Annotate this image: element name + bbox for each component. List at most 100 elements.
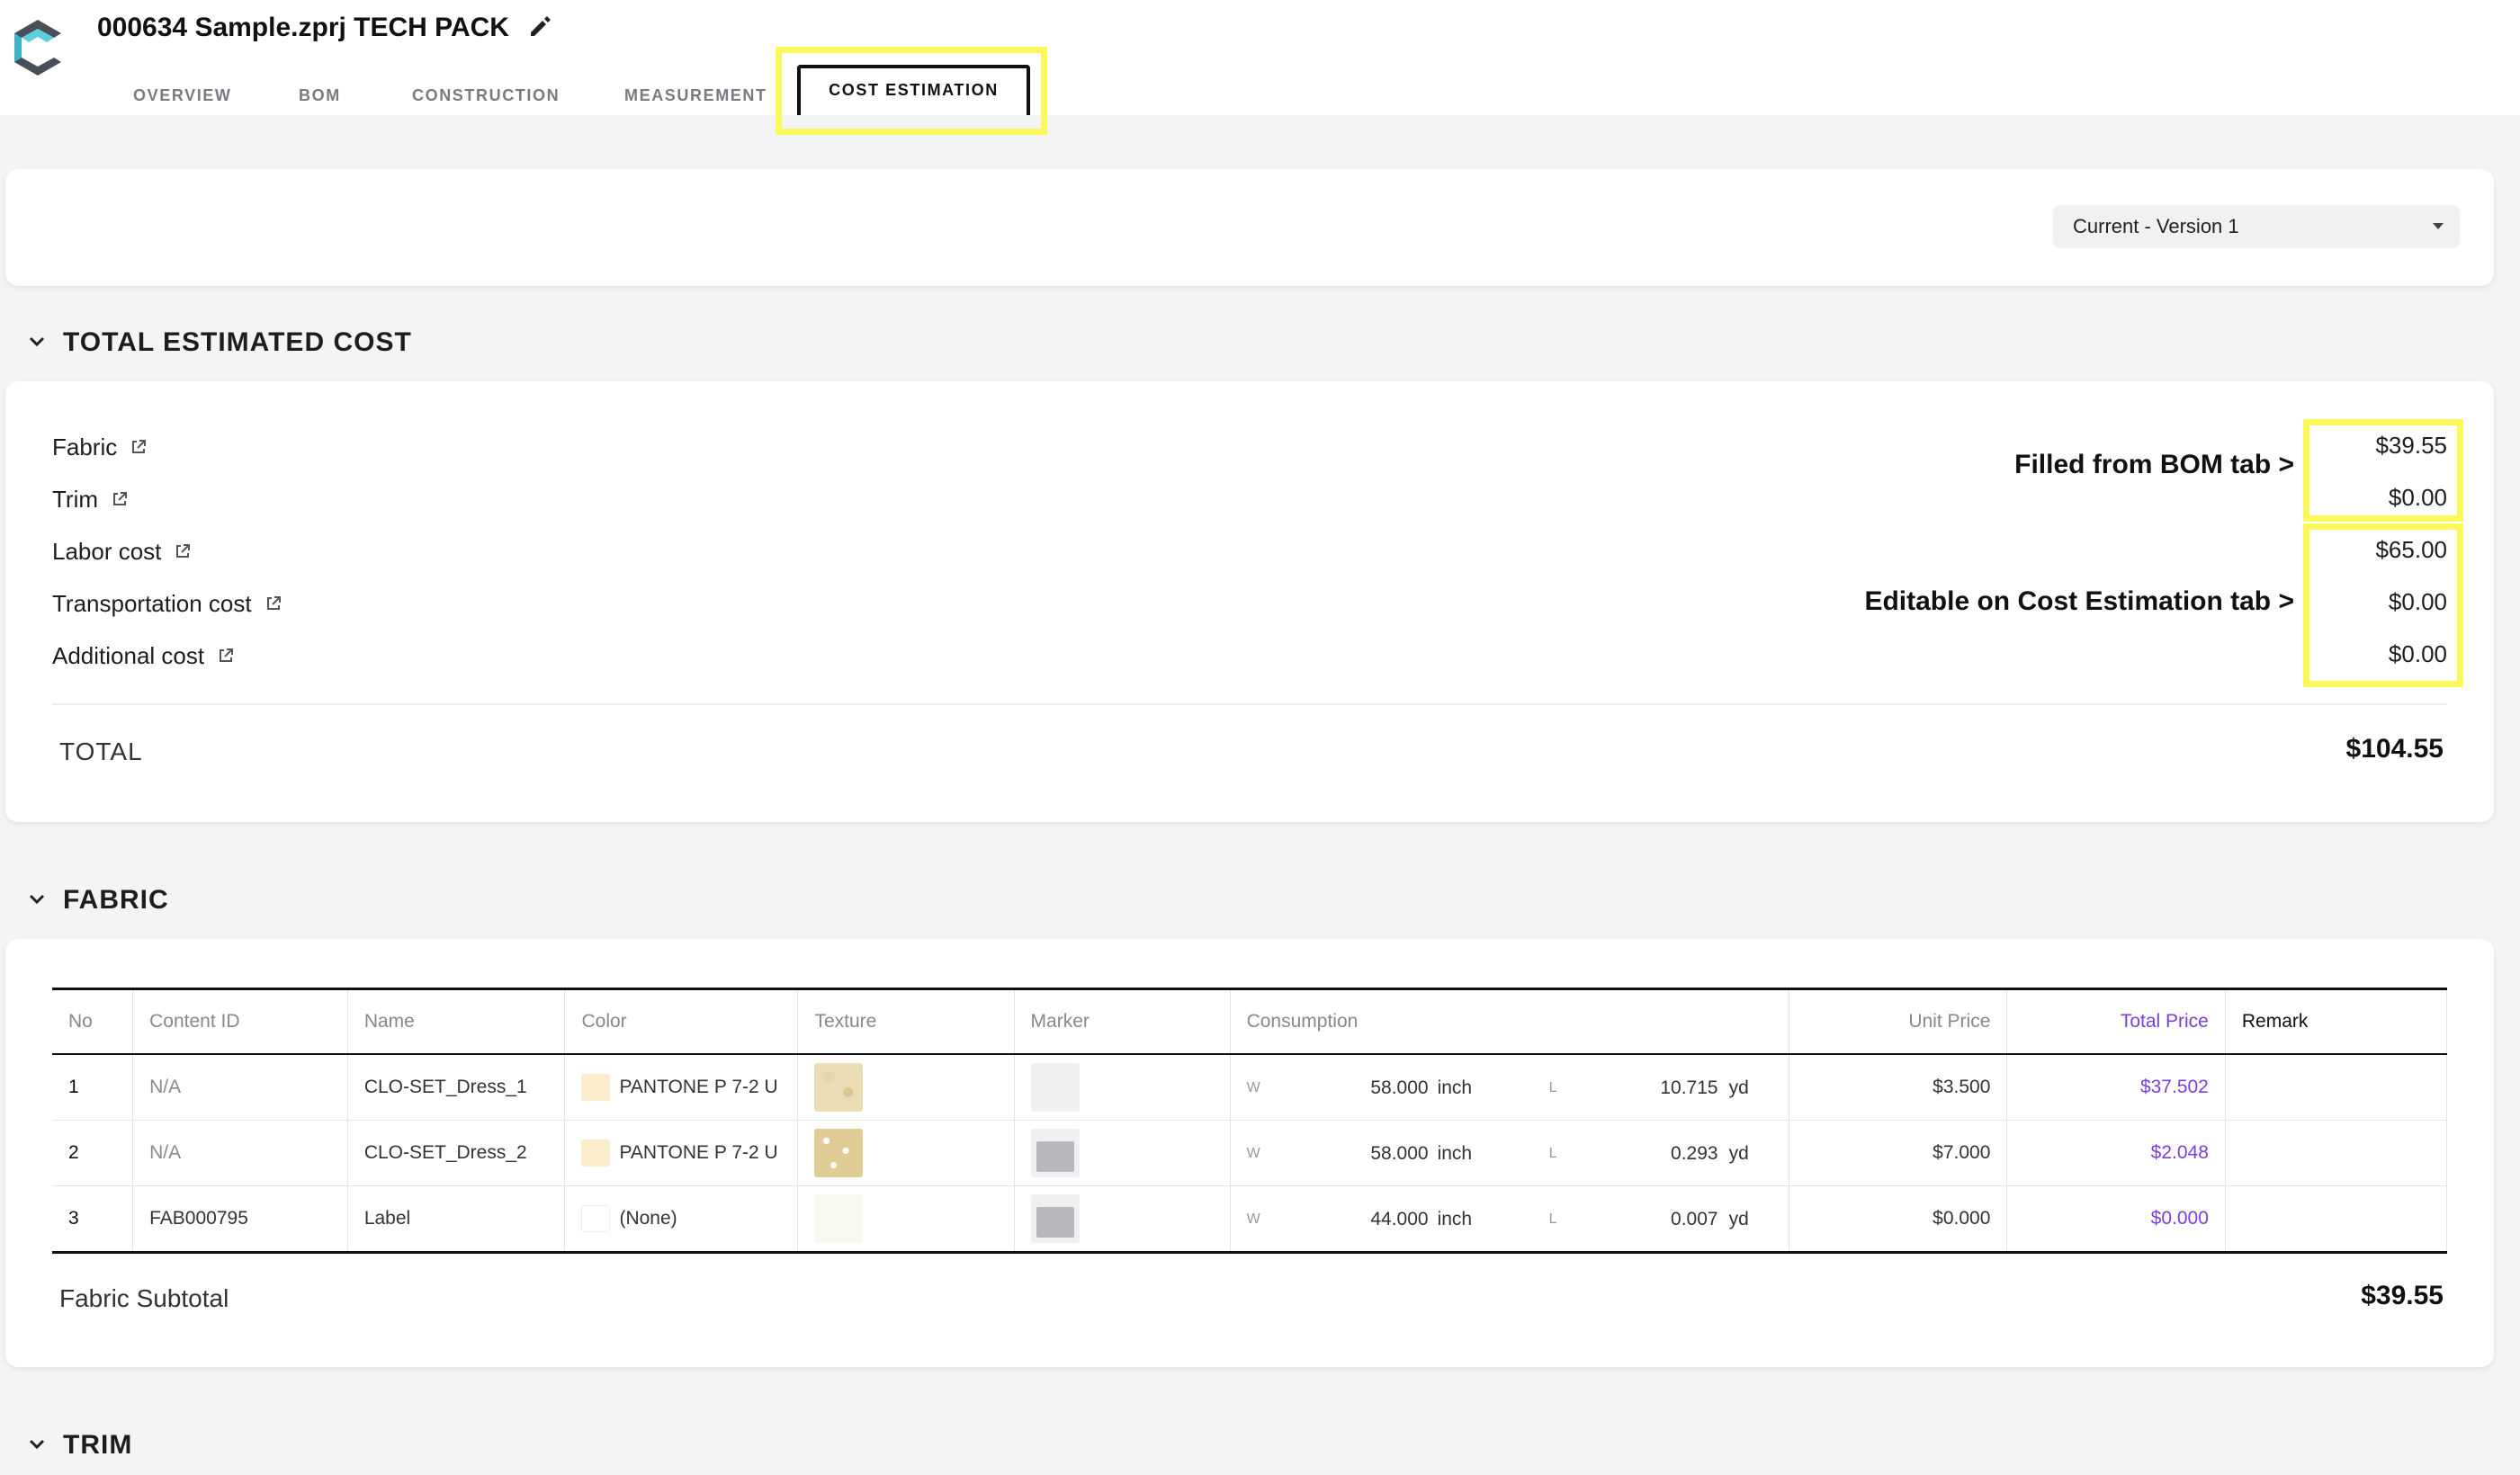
color-swatch <box>581 1204 611 1232</box>
col-texture[interactable]: Texture <box>797 988 1015 1054</box>
cell-color: PANTONE P 7-2 U <box>564 1120 799 1185</box>
col-name[interactable]: Name <box>347 988 566 1054</box>
table-row[interactable]: 1 N/A CLO-SET_Dress_1 PANTONE P 7-2 U W … <box>52 1053 2448 1120</box>
cell-no: 2 <box>52 1120 134 1185</box>
w-label: W <box>1246 1079 1260 1095</box>
col-unit-price[interactable]: Unit Price <box>1789 988 2008 1054</box>
l-label: L <box>1548 1145 1557 1161</box>
cell-total-price: $0.000 <box>2006 1185 2226 1252</box>
w-unit: inch <box>1437 1142 1473 1164</box>
col-marker[interactable]: Marker <box>1014 988 1231 1054</box>
chevron-down-icon <box>29 337 45 347</box>
cost-label-trim: Trim <box>52 486 129 514</box>
section-total-estimated-cost[interactable]: TOTAL ESTIMATED COST <box>27 327 412 358</box>
fabric-table: No Content ID Name Color Texture Marker … <box>52 988 2448 1254</box>
texture-thumbnail[interactable] <box>814 1193 864 1243</box>
l-value: 0.007 <box>1671 1208 1718 1229</box>
tab-construction[interactable]: CONSTRUCTION <box>412 86 560 105</box>
l-unit: yd <box>1728 1208 1749 1229</box>
l-unit: yd <box>1728 1142 1749 1164</box>
annotation-editable: Editable on Cost Estimation tab > <box>1864 586 2294 616</box>
section-title-text: TRIM <box>63 1430 133 1460</box>
texture-thumbnail[interactable] <box>814 1062 864 1112</box>
section-fabric[interactable]: FABRIC <box>27 885 169 916</box>
w-label: W <box>1246 1211 1260 1227</box>
cost-label-labor: Labor cost <box>52 538 192 566</box>
tab-bom[interactable]: BOM <box>299 86 341 105</box>
col-remark[interactable]: Remark <box>2225 988 2448 1054</box>
table-row[interactable]: 2 N/A CLO-SET_Dress_2 PANTONE P 7-2 U W … <box>52 1120 2448 1185</box>
l-label: L <box>1548 1079 1557 1095</box>
marker-thumbnail[interactable] <box>1030 1062 1080 1112</box>
annotation-bom: Filled from BOM tab > <box>2014 450 2294 479</box>
table-header-row: No Content ID Name Color Texture Marker … <box>52 988 2448 1054</box>
cost-label-fabric: Fabric <box>52 434 148 461</box>
tab-overview[interactable]: OVERVIEW <box>133 86 232 105</box>
table-row[interactable]: 3 FAB000795 Label (None) W 44.000 inch L… <box>52 1185 2448 1252</box>
cell-texture <box>797 1053 1015 1120</box>
total-value: $104.55 <box>2345 734 2444 764</box>
col-content-id[interactable]: Content ID <box>132 988 348 1054</box>
cell-content-id: FAB000795 <box>132 1185 348 1252</box>
cell-unit-price: $0.000 <box>1789 1185 2008 1252</box>
col-consumption[interactable]: Consumption <box>1230 988 1790 1054</box>
color-swatch <box>581 1073 611 1101</box>
external-link-icon[interactable] <box>111 490 129 508</box>
version-select[interactable]: Current - Version 1 <box>2053 205 2460 248</box>
cell-consumption: W 58.000 inch L 0.293 yd <box>1230 1120 1790 1185</box>
cell-no: 3 <box>52 1185 134 1252</box>
w-label: W <box>1246 1145 1260 1161</box>
color-name: PANTONE P 7-2 U <box>619 1141 778 1163</box>
cell-unit-price: $3.500 <box>1789 1053 2008 1120</box>
external-link-icon[interactable] <box>130 438 148 456</box>
col-total-price[interactable]: Total Price <box>2006 988 2226 1054</box>
cell-texture <box>797 1185 1015 1252</box>
marker-thumbnail[interactable] <box>1030 1128 1080 1177</box>
w-unit: inch <box>1437 1208 1473 1229</box>
app-header: 000634 Sample.zprj TECH PACK OVERVIEW BO… <box>0 0 2520 135</box>
cost-label-text: Additional cost <box>52 642 205 669</box>
total-cost-card: Fabric Trim Labor cost Transportation co… <box>5 381 2494 822</box>
section-trim[interactable]: TRIM <box>27 1430 132 1461</box>
highlight-cost-estimation-tab <box>776 47 1047 135</box>
color-swatch <box>581 1139 611 1167</box>
cost-label-text: Transportation cost <box>52 590 252 617</box>
clo-logo-icon[interactable] <box>9 16 67 79</box>
chevron-down-icon <box>29 895 45 905</box>
l-value: 10.715 <box>1660 1077 1718 1098</box>
col-color[interactable]: Color <box>564 988 799 1054</box>
divider <box>52 703 2447 705</box>
fabric-subtotal-value: $39.55 <box>2361 1281 2444 1310</box>
cell-consumption: W 44.000 inch L 0.007 yd <box>1230 1185 1790 1252</box>
cell-remark <box>2225 1053 2448 1120</box>
cell-remark <box>2225 1185 2448 1252</box>
caret-down-icon <box>2433 223 2444 229</box>
cell-marker <box>1014 1053 1231 1120</box>
total-label: TOTAL <box>59 738 143 765</box>
cell-total-price: $2.048 <box>2006 1120 2226 1185</box>
w-value: 58.000 <box>1370 1142 1429 1164</box>
tab-measurement[interactable]: MEASUREMENT <box>624 86 767 105</box>
texture-thumbnail[interactable] <box>814 1128 864 1177</box>
cell-content-id: N/A <box>132 1053 348 1120</box>
external-link-icon[interactable] <box>265 594 282 612</box>
cell-unit-price: $7.000 <box>1789 1120 2008 1185</box>
cell-marker <box>1014 1120 1231 1185</box>
external-link-icon[interactable] <box>217 647 235 665</box>
cell-name: CLO-SET_Dress_1 <box>347 1053 566 1120</box>
cost-label-transportation: Transportation cost <box>52 590 282 618</box>
chevron-down-icon <box>29 1440 45 1450</box>
highlight-editable-values <box>2303 523 2463 687</box>
marker-thumbnail[interactable] <box>1030 1193 1080 1243</box>
external-link-icon[interactable] <box>174 542 192 560</box>
cost-label-text: Labor cost <box>52 538 162 565</box>
pencil-edit-icon[interactable] <box>525 13 554 41</box>
version-select-value: Current - Version 1 <box>2073 215 2239 237</box>
page-title: 000634 Sample.zprj TECH PACK <box>97 13 509 42</box>
cell-total-price: $37.502 <box>2006 1053 2226 1120</box>
section-title-text: FABRIC <box>63 885 169 915</box>
color-name: PANTONE P 7-2 U <box>619 1076 778 1097</box>
col-no[interactable]: No <box>52 988 134 1054</box>
l-value: 0.293 <box>1671 1142 1718 1164</box>
cell-color: PANTONE P 7-2 U <box>564 1053 799 1120</box>
